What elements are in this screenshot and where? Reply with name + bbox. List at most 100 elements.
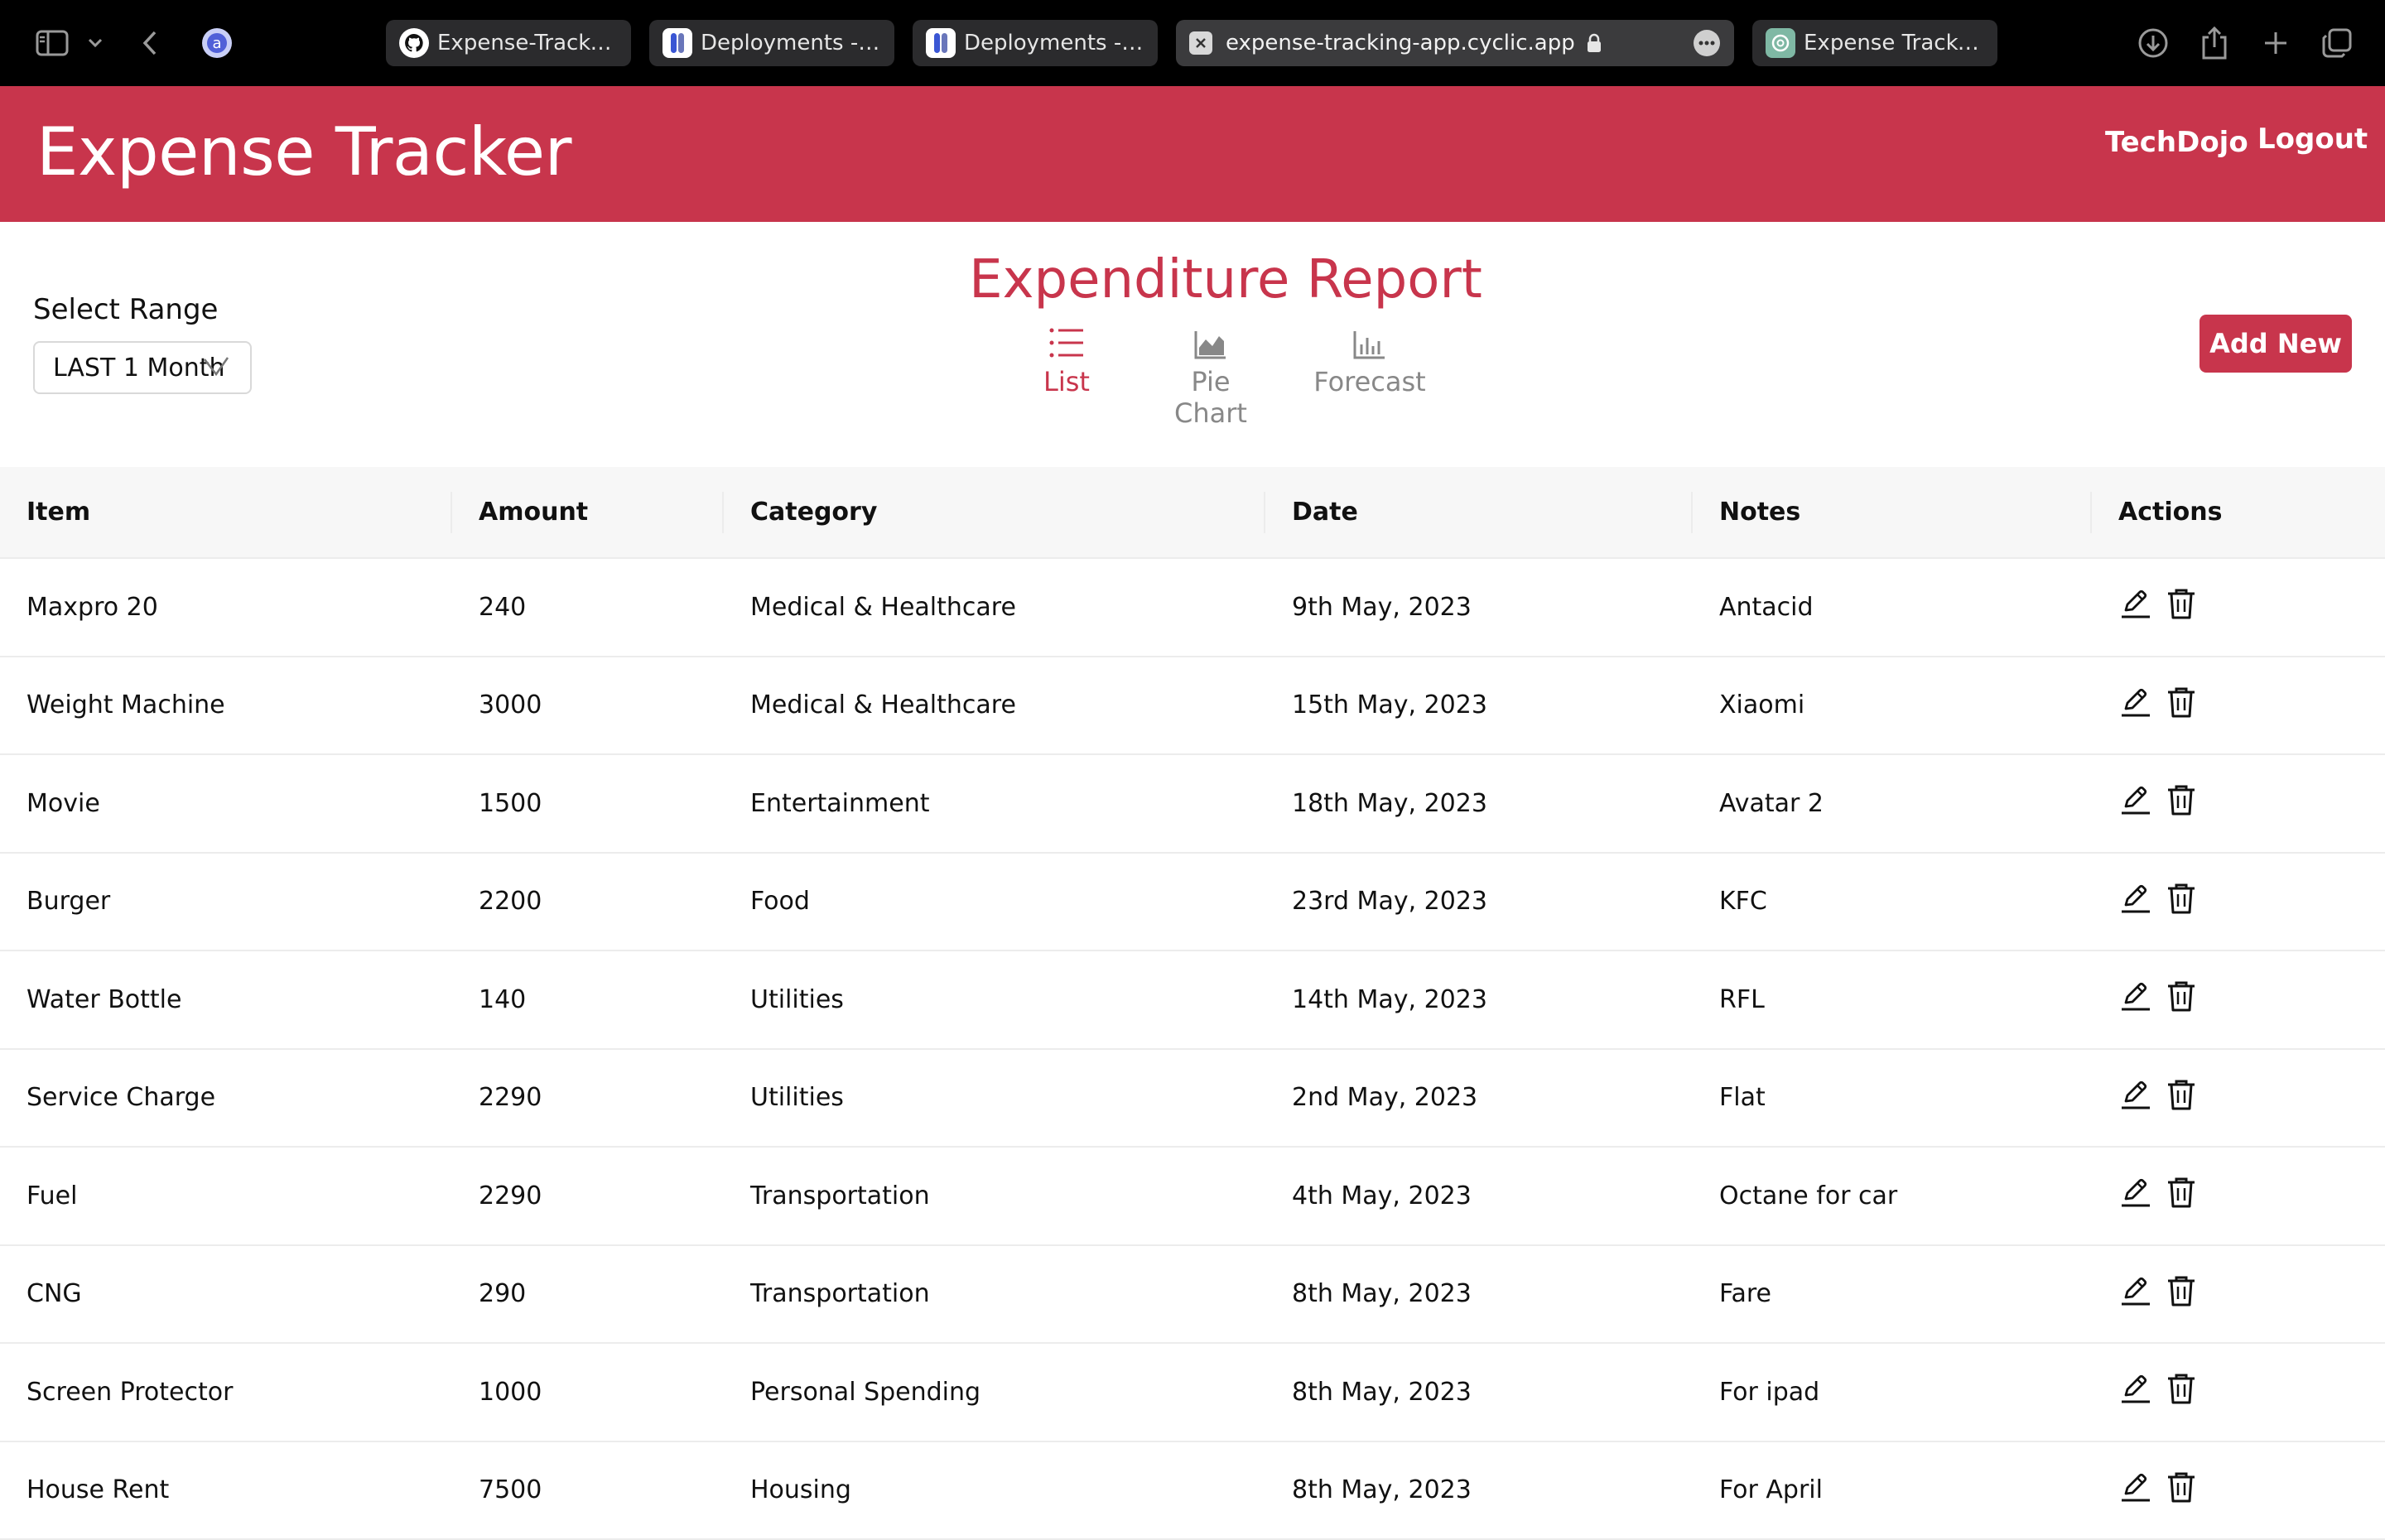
cell-date: 23rd May, 2023 <box>1265 852 1693 951</box>
edit-icon[interactable] <box>2118 587 2151 620</box>
cell-actions <box>2092 1048 2385 1148</box>
cell-notes: Xiaomi <box>1693 656 2092 755</box>
app-title: Expense Tracker <box>36 113 572 190</box>
add-new-button[interactable]: Add New <box>2200 315 2352 373</box>
tab-deployments-1[interactable]: Deployments - d... <box>649 20 894 66</box>
row-actions <box>2118 1176 2196 1209</box>
edit-icon[interactable] <box>2118 882 2151 915</box>
tab-deployments-2[interactable]: Deployments - d... <box>913 20 1158 66</box>
cell-item: Fuel <box>0 1147 452 1246</box>
delete-icon[interactable] <box>2166 1078 2196 1111</box>
user-link[interactable]: TechDojo <box>2105 124 2248 161</box>
cell-date: 8th May, 2023 <box>1265 1244 1693 1344</box>
lock-icon <box>1587 33 1602 53</box>
row-actions <box>2118 783 2196 816</box>
cell-notes: Fare <box>1693 1244 2092 1344</box>
download-icon[interactable] <box>2135 25 2171 61</box>
back-icon[interactable] <box>137 25 162 61</box>
tab-title: Expense Tracker... <box>1804 31 1984 55</box>
chevron-down-icon <box>202 354 230 384</box>
list-icon <box>1000 323 1133 359</box>
cell-actions <box>2092 656 2385 755</box>
chevron-down-icon[interactable] <box>83 25 108 61</box>
cyclic-icon <box>926 28 956 58</box>
row-actions <box>2118 1078 2196 1111</box>
delete-icon[interactable] <box>2166 1470 2196 1504</box>
cell-amount: 140 <box>452 950 724 1050</box>
delete-icon[interactable] <box>2166 1176 2196 1209</box>
column-header-item[interactable]: Item <box>0 467 452 559</box>
tab-pie-chart[interactable]: Pie Chart <box>1144 323 1277 429</box>
tab-title: Deployments - d... <box>701 31 881 55</box>
table-row: Movie 1500 Entertainment 18th May, 2023 Avat… <box>0 754 2385 854</box>
tab-title: Deployments - d... <box>964 31 1144 55</box>
range-select[interactable]: LAST 1 Month <box>33 341 252 394</box>
cell-actions <box>2092 852 2385 951</box>
cell-item: Burger <box>0 852 452 951</box>
row-actions <box>2118 882 2196 915</box>
tab-list[interactable]: List <box>1000 323 1133 397</box>
edit-icon[interactable] <box>2118 1470 2151 1504</box>
cell-amount: 3000 <box>452 656 724 755</box>
logout-link[interactable]: Logout <box>2257 121 2368 157</box>
edit-icon[interactable] <box>2118 1176 2151 1209</box>
page-title: Expenditure Report <box>969 249 1482 310</box>
area-chart-icon <box>1144 323 1277 359</box>
delete-icon[interactable] <box>2166 783 2196 816</box>
cell-category: Entertainment <box>724 754 1265 854</box>
delete-icon[interactable] <box>2166 587 2196 620</box>
sidebar-toggle-icon[interactable] <box>33 25 71 61</box>
extension-icon[interactable]: a <box>199 25 235 61</box>
tab-list-label: List <box>1043 366 1090 397</box>
cell-notes: KFC <box>1693 852 2092 951</box>
tab-title: Expense-Tracker/... <box>437 31 618 55</box>
cell-date: 15th May, 2023 <box>1265 656 1693 755</box>
close-tab-icon[interactable] <box>1189 31 1212 55</box>
cell-category: Medical & Healthcare <box>724 656 1265 755</box>
delete-icon[interactable] <box>2166 1372 2196 1405</box>
edit-icon[interactable] <box>2118 686 2151 719</box>
table-row: Maxpro 20 240 Medical & Healthcare 9th May,… <box>0 558 2385 657</box>
tab-chatgpt[interactable]: Expense Tracker... <box>1752 20 1997 66</box>
address-bar-url[interactable]: expense-tracking-app.cyclic.app <box>1226 31 1575 55</box>
tab-pie-chart-label: Pie Chart <box>1174 366 1247 429</box>
row-actions <box>2118 686 2196 719</box>
delete-icon[interactable] <box>2166 882 2196 915</box>
cell-item: Service Charge <box>0 1048 452 1148</box>
row-actions <box>2118 587 2196 620</box>
browser-toolbar: a Expense-Tracker/... Deployments - d...… <box>0 0 2385 86</box>
cell-actions <box>2092 1244 2385 1344</box>
table-row: CNG 290 Transportation 8th May, 2023 Fare <box>0 1244 2385 1344</box>
edit-icon[interactable] <box>2118 1372 2151 1405</box>
tab-overview-icon[interactable] <box>2319 25 2355 61</box>
column-header-actions: Actions <box>2092 467 2385 559</box>
cell-amount: 1000 <box>452 1343 724 1442</box>
delete-icon[interactable] <box>2166 686 2196 719</box>
table-row: Water Bottle 140 Utilities 14th May, 2023 RF… <box>0 950 2385 1050</box>
edit-icon[interactable] <box>2118 783 2151 816</box>
cell-amount: 290 <box>452 1244 724 1344</box>
delete-icon[interactable] <box>2166 1274 2196 1307</box>
bar-chart-icon <box>1303 323 1436 359</box>
tab-current[interactable]: expense-tracking-app.cyclic.app <box>1176 20 1734 66</box>
new-tab-icon[interactable] <box>2259 25 2292 61</box>
edit-icon[interactable] <box>2118 1078 2151 1111</box>
tab-forecast[interactable]: Forecast <box>1303 323 1436 397</box>
cell-item: CNG <box>0 1244 452 1344</box>
share-icon[interactable] <box>2198 25 2231 61</box>
more-options-icon[interactable] <box>1693 29 1721 57</box>
cell-category: Medical & Healthcare <box>724 558 1265 657</box>
cell-notes: Flat <box>1693 1048 2092 1148</box>
edit-icon[interactable] <box>2118 1274 2151 1307</box>
cell-item: Movie <box>0 754 452 854</box>
cell-actions <box>2092 1343 2385 1442</box>
tab-github[interactable]: Expense-Tracker/... <box>386 20 631 66</box>
edit-icon[interactable] <box>2118 979 2151 1013</box>
cell-date: 2nd May, 2023 <box>1265 1048 1693 1148</box>
row-actions <box>2118 979 2196 1013</box>
column-header-notes[interactable]: Notes <box>1693 467 2092 559</box>
column-header-date[interactable]: Date <box>1265 467 1693 559</box>
delete-icon[interactable] <box>2166 979 2196 1013</box>
column-header-category[interactable]: Category <box>724 467 1265 559</box>
column-header-amount[interactable]: Amount <box>452 467 724 559</box>
